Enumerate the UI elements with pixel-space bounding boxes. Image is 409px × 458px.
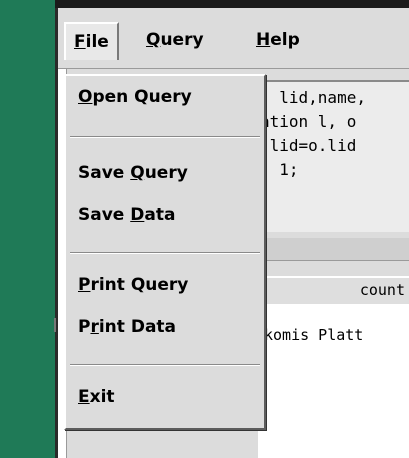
menu-item-open-query[interactable]: Open Query — [78, 84, 192, 110]
help-menu-rest: elp — [270, 30, 300, 50]
query-menu-mnemonic: Q — [146, 30, 161, 50]
app-window: File Query Help . lid,name, ation l, o l… — [58, 8, 409, 458]
help-menu-mnemonic: H — [256, 30, 271, 50]
menu-bar: File Query Help — [58, 8, 409, 69]
menu-separator — [70, 136, 260, 138]
menu-item-print-data[interactable]: Print Data — [78, 314, 176, 340]
query-menu-rest: uery — [160, 30, 204, 50]
query-editor[interactable]: . lid,name, ation l, o lid=o.lid - 1; — [258, 80, 409, 232]
menu-separator — [70, 364, 260, 366]
menu-item-save-data[interactable]: Save Data — [78, 202, 175, 228]
query-line-1: . lid,name, — [260, 88, 366, 107]
file-menu-rest: ile — [85, 32, 109, 52]
file-menu-mnemonic: F — [74, 32, 86, 52]
results-column-header[interactable]: count — [258, 276, 409, 306]
menu-item-print-query[interactable]: Print Query — [78, 272, 188, 298]
desktop-background — [0, 0, 55, 458]
results-column-label: count — [359, 281, 405, 299]
menu-help[interactable]: Help — [248, 22, 308, 58]
menu-query[interactable]: Query — [138, 22, 212, 58]
resize-handle[interactable] — [54, 318, 56, 332]
query-line-3: lid=o.lid — [260, 136, 366, 155]
menu-item-exit[interactable]: Exit — [78, 384, 115, 410]
results-grid[interactable]: komis Platt — [258, 304, 409, 458]
menu-item-save-query[interactable]: Save Query — [78, 160, 188, 186]
results-cell: komis Platt — [264, 326, 364, 344]
window-top-border — [55, 0, 409, 8]
menu-file[interactable]: File — [64, 22, 119, 60]
file-menu-dropdown: Open Query Save Query Save Data Print Qu… — [64, 74, 266, 430]
query-line-2: ation l, o — [260, 112, 357, 131]
pane-separator[interactable] — [258, 238, 409, 261]
menu-separator — [70, 252, 260, 254]
